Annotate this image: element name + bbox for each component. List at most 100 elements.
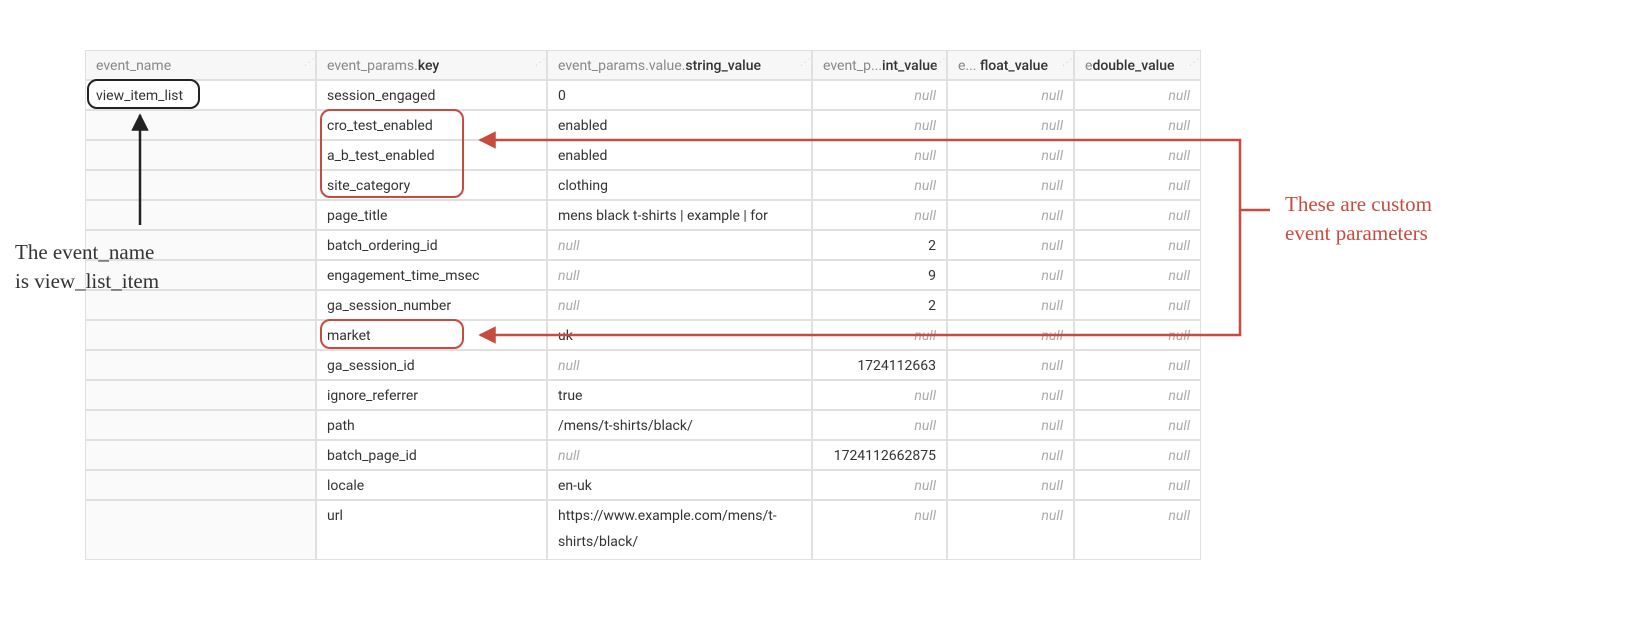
table-cell[interactable]: locale [316,470,547,500]
header-key[interactable]: event_params.key ⋰ [316,50,547,80]
table-cell[interactable]: page_title [316,200,547,230]
table-cell[interactable]: 1724112663 [812,350,947,380]
table-cell[interactable]: cro_test_enabled [316,110,547,140]
table-cell[interactable]: 1724112662875 [812,440,947,470]
table-cell[interactable]: null [547,260,812,290]
table-cell[interactable]: null [1074,140,1201,170]
table-cell[interactable]: null [1074,110,1201,140]
resize-handle-icon[interactable]: ⋰ [535,50,544,78]
table-cell[interactable]: null [947,500,1074,560]
table-cell[interactable]: null [547,230,812,260]
table-cell[interactable]: null [947,230,1074,260]
table-cell[interactable]: 9 [812,260,947,290]
table-cell[interactable]: null [1074,440,1201,470]
table-cell[interactable]: session_engaged [316,80,547,110]
table-cell[interactable]: engagement_time_msec [316,260,547,290]
resize-handle-icon[interactable]: ⋰ [1189,50,1198,78]
resize-handle-icon[interactable]: ⋰ [800,50,809,78]
table-cell[interactable]: ignore_referrer [316,380,547,410]
table-cell[interactable]: null [812,410,947,440]
table-cell[interactable]: batch_page_id [316,440,547,470]
header-bold: double_value [1092,58,1174,74]
header-text: event_name [96,58,171,74]
column-int-value: event_p...int_value ⋰ nullnullnullnullnu… [812,50,947,560]
header-prefix: event_params. [327,58,418,74]
header-string-value[interactable]: event_params.value.string_value ⋰ [547,50,812,80]
empty-cell [85,470,316,500]
table-cell[interactable]: null [1074,260,1201,290]
empty-cell [85,350,316,380]
table-cell[interactable]: null [1074,80,1201,110]
table-cell[interactable]: null [947,260,1074,290]
table-cell[interactable]: null [1074,200,1201,230]
table-cell[interactable]: null [1074,290,1201,320]
table-cell[interactable]: uk [547,320,812,350]
table-cell[interactable]: null [812,500,947,560]
table-cell[interactable]: null [947,470,1074,500]
header-double-value[interactable]: edouble_value ⋰ [1074,50,1201,80]
float-cells: nullnullnullnullnullnullnullnullnullnull… [947,80,1074,560]
table-cell[interactable]: url [316,500,547,560]
table-cell[interactable]: /mens/t-shirts/black/ [547,410,812,440]
table-cell[interactable]: enabled [547,140,812,170]
table-cell[interactable]: 2 [812,230,947,260]
table-cell[interactable]: a_b_test_enabled [316,140,547,170]
table-cell[interactable]: site_category [316,170,547,200]
cell-event-name[interactable]: view_item_list [85,80,316,110]
table-cell[interactable]: null [947,410,1074,440]
resize-handle-icon[interactable]: ⋰ [935,50,944,78]
table-cell[interactable]: null [547,290,812,320]
table-cell[interactable]: null [947,110,1074,140]
table-cell[interactable]: null [812,470,947,500]
table-cell[interactable]: path [316,410,547,440]
table-cell[interactable]: null [1074,500,1201,560]
header-event-name[interactable]: event_name ⋰ [85,50,316,80]
table-cell[interactable]: null [812,380,947,410]
table-cell[interactable]: null [547,350,812,380]
table-cell[interactable]: enabled [547,110,812,140]
table-cell[interactable]: null [1074,470,1201,500]
header-int-value[interactable]: event_p...int_value ⋰ [812,50,947,80]
column-string-value: event_params.value.string_value ⋰ 0enabl… [547,50,812,560]
table-cell[interactable]: clothing [547,170,812,200]
data-table: event_name ⋰ view_item_list event_params… [85,50,1632,560]
table-cell[interactable]: batch_ordering_id [316,230,547,260]
table-cell[interactable]: ga_session_id [316,350,547,380]
table-cell[interactable]: null [947,440,1074,470]
table-cell[interactable]: null [812,320,947,350]
table-cell[interactable]: mens black t-shirts | example | for [547,200,812,230]
table-cell[interactable]: null [812,170,947,200]
table-cell[interactable]: 0 [547,80,812,110]
table-cell[interactable]: null [947,200,1074,230]
table-cell[interactable]: null [812,80,947,110]
table-cell[interactable]: null [1074,380,1201,410]
table-cell[interactable]: null [1074,350,1201,380]
table-cell[interactable]: null [947,80,1074,110]
table-cell[interactable]: null [1074,410,1201,440]
table-cell[interactable]: null [812,110,947,140]
table-cell[interactable]: true [547,380,812,410]
table-cell[interactable]: market [316,320,547,350]
header-float-value[interactable]: e... float_value ⋰ [947,50,1074,80]
table-cell[interactable]: en-uk [547,470,812,500]
table-cell[interactable]: ga_session_number [316,290,547,320]
int-cells: nullnullnullnullnull292null1724112663nul… [812,80,947,560]
table-cell[interactable]: https://www.example.com/mens/t-shirts/bl… [547,500,812,560]
table-cell[interactable]: null [947,140,1074,170]
table-cell[interactable]: null [947,170,1074,200]
table-cell[interactable]: null [812,200,947,230]
empty-cell [85,140,316,170]
resize-handle-icon[interactable]: ⋰ [304,50,313,78]
table-cell[interactable]: null [947,380,1074,410]
table-cell[interactable]: null [547,440,812,470]
table-cell[interactable]: null [812,140,947,170]
table-cell[interactable]: null [947,320,1074,350]
table-cell[interactable]: null [947,290,1074,320]
table-cell[interactable]: null [947,350,1074,380]
table-cell[interactable]: null [1074,230,1201,260]
table-cell[interactable]: null [1074,170,1201,200]
table-cell[interactable]: null [1074,320,1201,350]
header-bold: key [418,58,439,74]
table-cell[interactable]: 2 [812,290,947,320]
resize-handle-icon[interactable]: ⋰ [1062,50,1071,78]
